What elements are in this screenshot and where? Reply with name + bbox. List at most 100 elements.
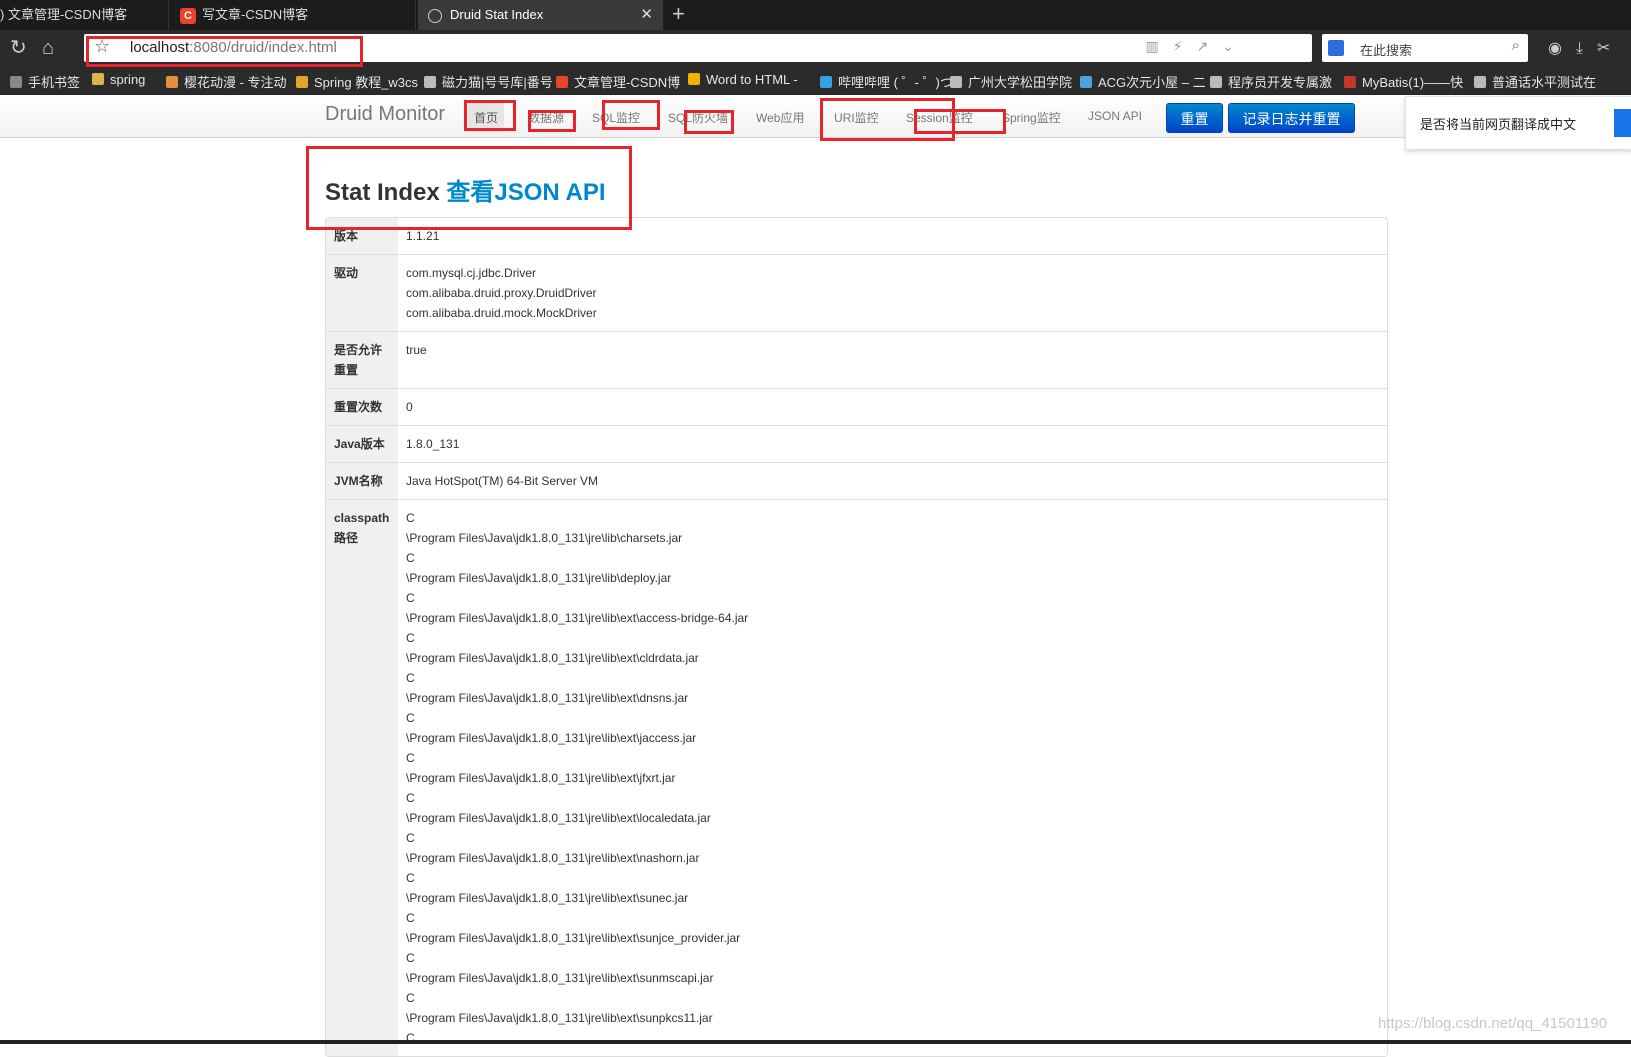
value-line: 1.8.0_131 <box>406 437 460 451</box>
bookmark-item[interactable]: 广州大学松田学院 <box>950 72 1072 91</box>
globe-icon <box>428 8 442 23</box>
bookmark-icon <box>424 76 436 88</box>
bookmark-item[interactable]: ACG次元小屋 – 二 <box>1080 72 1206 91</box>
value-line: com.mysql.cj.jdbc.Driver <box>406 266 537 280</box>
new-tab-icon[interactable]: + <box>672 0 685 28</box>
url-actions-icon[interactable]: ▥⚡↗⌄ <box>1145 38 1248 55</box>
home-icon[interactable]: ⌂ <box>42 36 54 60</box>
value-line: C <box>406 831 415 845</box>
bookmark-item[interactable]: 樱花动漫 - 专注动 <box>166 72 287 91</box>
value-line: \Program Files\Java\jdk1.8.0_131\jre\lib… <box>406 731 697 745</box>
log-and-reset-button[interactable]: 记录日志并重置 <box>1228 103 1355 133</box>
value-line: \Program Files\Java\jdk1.8.0_131\jre\lib… <box>406 931 741 945</box>
value-line: C <box>406 1031 415 1045</box>
row-value: 1.8.0_131 <box>398 426 1387 462</box>
bookmark-icon <box>166 76 178 88</box>
bookmark-item[interactable]: Spring 教程_w3cs <box>296 72 418 91</box>
bookmark-icon <box>688 73 700 85</box>
bookmark-item[interactable]: 哔哩哔哩 ( ゜- ゜)つ <box>820 72 953 91</box>
brand[interactable]: Druid Monitor <box>325 103 445 126</box>
value-line: \Program Files\Java\jdk1.8.0_131\jre\lib… <box>406 811 711 825</box>
bookmark-item[interactable]: Word to HTML - <box>688 72 798 87</box>
value-line: C <box>406 591 415 605</box>
value-line: C <box>406 551 415 565</box>
search-placeholder: 在此搜索 <box>1360 43 1413 58</box>
browser-tab[interactable]: ) 文章管理-CSDN博客 <box>0 0 169 30</box>
annotation-box <box>684 110 734 134</box>
refresh-icon[interactable]: ↻ <box>10 36 27 60</box>
browser-tab-active[interactable]: Druid Stat Index ✕ <box>418 0 663 30</box>
browser-tab[interactable]: C 写文章-CSDN博客 <box>170 0 416 30</box>
annotation-box <box>602 100 660 130</box>
bookmark-label: 樱花动漫 - 专注动 <box>184 75 287 90</box>
table-row: classpath路径 C \Program Files\Java\jdk1.8.0… <box>326 499 1387 1056</box>
value-line: \Program Files\Java\jdk1.8.0_131\jre\lib… <box>406 1011 713 1025</box>
druid-navbar: Druid Monitor 首页 数据源 SQL监控 SQL防火墙 Web应用 … <box>0 95 1631 138</box>
value-line: \Program Files\Java\jdk1.8.0_131\jre\lib… <box>406 691 689 705</box>
bookmark-item[interactable]: 磁力猫|号号库|番号 <box>424 72 553 91</box>
search-icon[interactable]: ⌕ <box>1512 37 1520 54</box>
bookmark-icon <box>296 76 308 88</box>
tab-label: 写文章-CSDN博客 <box>202 7 309 22</box>
tab-label: ) 文章管理-CSDN博客 <box>0 7 128 22</box>
bookmark-icon <box>820 76 832 88</box>
value-line: C <box>406 791 415 805</box>
bookmark-item[interactable]: 普通话水平测试在 <box>1474 72 1596 91</box>
reset-button[interactable]: 重置 <box>1166 103 1223 133</box>
bookmark-icon <box>1080 76 1092 88</box>
bookmark-label: 手机书签 <box>28 75 81 90</box>
annotation-box <box>528 110 576 132</box>
value-line: \Program Files\Java\jdk1.8.0_131\jre\lib… <box>406 651 699 665</box>
bookmark-label: 广州大学松田学院 <box>968 75 1073 90</box>
annotation-box <box>914 109 1006 134</box>
annotation-box <box>86 36 363 67</box>
bookmark-item[interactable]: 文章管理-CSDN博 <box>556 72 680 91</box>
value-line: C <box>406 671 415 685</box>
bookmark-item[interactable]: 程序员开发专属激 <box>1210 72 1332 91</box>
toolbar-icons[interactable]: ◉⤓✂ <box>1548 38 1624 58</box>
value-line: \Program Files\Java\jdk1.8.0_131\jre\lib… <box>406 971 714 985</box>
watermark: https://blog.csdn.net/qq_41501190 <box>1378 1015 1608 1032</box>
bookmark-label: 文章管理-CSDN博 <box>574 75 681 90</box>
bookmark-label: 哔哩哔哩 ( ゜- ゜)つ <box>838 75 953 90</box>
bookmark-item[interactable]: 手机书签 <box>10 72 80 91</box>
translate-button[interactable] <box>1614 109 1631 137</box>
search-engine-icon[interactable] <box>1328 40 1344 56</box>
row-label: 是否允许重置 <box>326 332 398 388</box>
bookmark-item[interactable]: spring <box>92 72 145 87</box>
bookmark-icon <box>10 76 22 88</box>
close-icon[interactable]: ✕ <box>640 0 653 30</box>
row-value: com.mysql.cj.jdbc.Driver com.alibaba.drui… <box>398 255 1387 331</box>
value-line: C <box>406 951 415 965</box>
bookmarks-bar: 手机书签 spring 樱花动漫 - 专注动 Spring 教程_w3cs 磁力猫|号号… <box>0 66 1631 95</box>
value-line: C <box>406 751 415 765</box>
search-field[interactable]: 在此搜索 ⌕ <box>1322 34 1528 62</box>
nav-webapp[interactable]: Web应用 <box>756 109 804 126</box>
annotation-box <box>306 146 632 230</box>
translate-prompt: 是否将当前网页翻译成中文 <box>1405 96 1631 150</box>
row-value: true <box>398 332 1387 388</box>
bookmark-icon <box>556 76 568 88</box>
bookmark-label: 普通话水平测试在 <box>1492 75 1597 90</box>
value-line: com.alibaba.druid.proxy.DruidDriver <box>406 286 597 300</box>
table-row: JVM名称 Java HotSpot(TM) 64-Bit Server VM <box>326 462 1387 499</box>
nav-json-api[interactable]: JSON API <box>1088 109 1142 123</box>
bookmark-item[interactable]: MyBatis(1)——快 <box>1344 72 1463 91</box>
value-line: \Program Files\Java\jdk1.8.0_131\jre\lib… <box>406 531 683 545</box>
row-label: 重置次数 <box>326 389 398 425</box>
bookmark-icon <box>1474 76 1486 88</box>
bottom-edge <box>0 1040 1631 1044</box>
bookmark-icon <box>1210 76 1222 88</box>
table-row: Java版本 1.8.0_131 <box>326 425 1387 462</box>
row-label: classpath路径 <box>326 500 398 1056</box>
bookmark-icon <box>92 73 104 85</box>
value-line: C <box>406 871 415 885</box>
value-line: com.alibaba.druid.mock.MockDriver <box>406 306 597 320</box>
bookmark-label: Spring 教程_w3cs <box>314 75 419 90</box>
value-line: Java HotSpot(TM) 64-Bit Server VM <box>406 474 599 488</box>
nav-spring[interactable]: Spring监控 <box>1002 109 1061 126</box>
value-line: \Program Files\Java\jdk1.8.0_131\jre\lib… <box>406 571 672 585</box>
csdn-icon: C <box>180 7 196 24</box>
table-row: 是否允许重置 true <box>326 331 1387 388</box>
bookmark-label: ACG次元小屋 – 二 <box>1098 75 1206 90</box>
